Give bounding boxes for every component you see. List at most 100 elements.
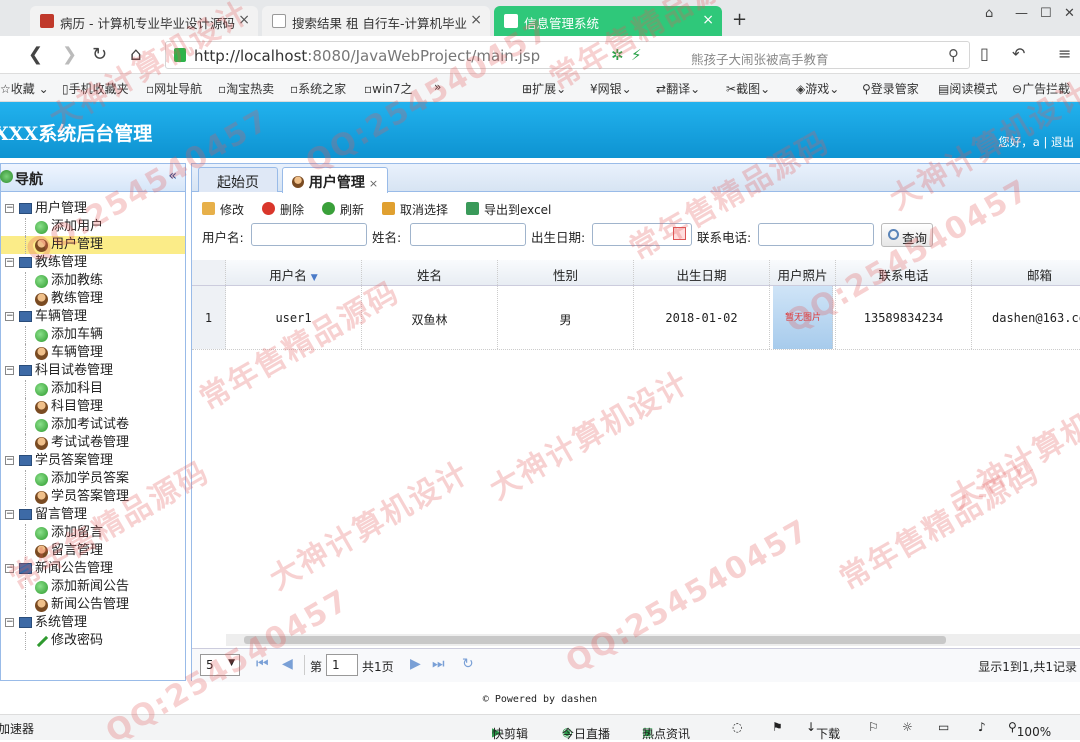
ext-expand[interactable]: ⊞扩展⌄ — [522, 80, 566, 97]
nav-item[interactable]: 添加留言 — [1, 524, 185, 542]
collapse-tree-icon[interactable]: − — [5, 510, 14, 519]
maximize-icon[interactable]: ☐ — [1040, 6, 1052, 21]
nav-group[interactable]: − 科目试卷管理 — [1, 362, 185, 380]
horizontal-scrollbar[interactable] — [226, 634, 1080, 646]
nav-group[interactable]: − 学员答案管理 — [1, 452, 185, 470]
close-icon[interactable]: × — [369, 177, 378, 190]
status-icon-2[interactable]: ⚑ — [772, 720, 783, 734]
calendar-icon[interactable] — [673, 227, 686, 240]
close-window-icon[interactable]: ✕ — [1064, 6, 1075, 21]
bookmark-nav[interactable]: ▫网址导航 — [146, 80, 202, 97]
bookmark-mobile[interactable]: ▯手机收藏夹 — [62, 80, 129, 97]
nav-group[interactable]: − 留言管理 — [1, 506, 185, 524]
collapse-tree-icon[interactable]: − — [5, 456, 14, 465]
bookmark-favorites[interactable]: ☆收藏 ⌄ — [0, 80, 49, 97]
nav-item[interactable]: 学员答案管理 — [1, 488, 185, 506]
undo-icon[interactable]: ↶ — [1012, 44, 1025, 63]
page-size-select[interactable]: 5 ▼ — [200, 654, 240, 676]
prev-page-icon[interactable]: ◀ — [282, 656, 293, 672]
status-icon-1[interactable]: ◌ — [732, 720, 742, 734]
nav-group[interactable]: − 系统管理 — [1, 614, 185, 632]
nav-group[interactable]: − 教练管理 — [1, 254, 185, 272]
phone-icon[interactable]: ▯ — [980, 44, 989, 63]
bookmark-xitong[interactable]: ▫系统之家 — [290, 80, 346, 97]
close-icon[interactable]: × — [470, 12, 482, 28]
nav-group[interactable]: − 新闻公告管理 — [1, 560, 185, 578]
minimize-icon[interactable]: — — [1015, 6, 1028, 21]
zoom-level[interactable]: ⚲ 100% — [1008, 720, 1051, 739]
col-sex[interactable]: 性别 — [498, 260, 634, 285]
ext-bank[interactable]: ¥网银⌄ — [590, 80, 632, 97]
ext-translate[interactable]: ⇄翻译⌄ — [656, 80, 700, 97]
nav-item[interactable]: 教练管理 — [1, 290, 185, 308]
collapse-tree-icon[interactable]: − — [5, 204, 14, 213]
ext-login[interactable]: ⚲登录管家 — [862, 80, 919, 97]
close-icon[interactable]: × — [702, 12, 714, 28]
status-download[interactable]: ↓ 下载 — [806, 720, 840, 741]
col-name[interactable]: 姓名 — [362, 260, 498, 285]
skin-icon[interactable]: ⌂ — [985, 6, 993, 21]
ext-screenshot[interactable]: ✂截图⌄ — [726, 80, 770, 97]
browser-tab-active[interactable]: 信息管理系统 × — [494, 6, 722, 36]
nav-item[interactable]: 新闻公告管理 — [1, 596, 185, 614]
nav-item[interactable]: 添加教练 — [1, 272, 185, 290]
scrollbar-thumb[interactable] — [244, 636, 946, 644]
url-box[interactable]: http://localhost:8080/JavaWebProject/mai… — [165, 41, 970, 69]
collapse-tree-icon[interactable]: − — [5, 258, 14, 267]
tab-home[interactable]: 起始页 — [198, 167, 278, 192]
collapse-tree-icon[interactable]: − — [5, 312, 14, 321]
collapse-tree-icon[interactable]: − — [5, 618, 14, 627]
collapse-tree-icon[interactable]: − — [5, 564, 14, 573]
url-text[interactable]: http://localhost:8080/JavaWebProject/mai… — [194, 47, 540, 65]
status-accelerator[interactable]: 加速器 — [0, 720, 34, 737]
last-page-icon[interactable]: ⏭ — [432, 656, 445, 672]
search-hint[interactable]: 熊孩子大闹张被高手教育 — [691, 49, 829, 68]
nav-item[interactable]: 添加新闻公告 — [1, 578, 185, 596]
more-bookmarks-icon[interactable]: » — [434, 80, 441, 94]
speed-icon[interactable]: ✲ — [611, 46, 624, 64]
sound-icon[interactable]: ♪ — [978, 720, 986, 734]
reload-icon[interactable]: ↻ — [92, 44, 107, 65]
back-icon[interactable]: ❮ — [28, 44, 43, 65]
nav-item[interactable]: 添加学员答案 — [1, 470, 185, 488]
query-button[interactable]: 查询 — [881, 223, 933, 247]
reload-icon[interactable]: ↻ — [462, 656, 474, 672]
first-page-icon[interactable]: ⏮ — [256, 656, 269, 672]
ext-game[interactable]: ◈游戏⌄ — [796, 80, 839, 97]
col-phone[interactable]: 联系电话 — [836, 260, 972, 285]
ext-adblock[interactable]: ⊖广告拦截 — [1012, 80, 1070, 97]
browser-tab-1[interactable]: 病历 - 计算机专业毕业设计源码 × — [30, 6, 258, 36]
export-excel-button[interactable]: 导出到excel — [466, 201, 551, 218]
nav-group[interactable]: − 车辆管理 — [1, 308, 185, 326]
username-input[interactable] — [251, 223, 367, 246]
name-input[interactable] — [410, 223, 526, 246]
nav-group[interactable]: − 用户管理 — [1, 200, 185, 218]
col-birth[interactable]: 出生日期 — [634, 260, 770, 285]
lightning-icon[interactable]: ⚡ — [631, 46, 642, 64]
status-icon-3[interactable]: ⚐ — [868, 720, 879, 734]
tab-user-manage[interactable]: 用户管理 × — [282, 167, 388, 193]
bookmark-taobao[interactable]: ▫淘宝热卖 — [218, 80, 274, 97]
menu-icon[interactable]: ≡ — [1058, 44, 1071, 63]
bookmark-win7[interactable]: ▫win7之 — [364, 80, 413, 97]
logout-link[interactable]: 退出 — [1051, 135, 1074, 149]
nav-item[interactable]: 添加车辆 — [1, 326, 185, 344]
col-email[interactable]: 邮箱 — [972, 260, 1080, 285]
new-tab-icon[interactable]: + — [732, 9, 747, 30]
collapse-tree-icon[interactable]: − — [5, 366, 14, 375]
page-number-input[interactable]: 1 — [326, 654, 358, 676]
nav-item[interactable]: 添加科目 — [1, 380, 185, 398]
status-icon-4[interactable]: ☼ — [902, 720, 913, 734]
next-page-icon[interactable]: ▶ — [410, 656, 421, 672]
col-photo[interactable]: 用户照片 — [770, 260, 836, 285]
nav-item[interactable]: 添加用户 — [1, 218, 185, 236]
browser-tab-2[interactable]: 搜索结果 租 自行车-计算机毕业 × — [262, 6, 490, 36]
phone-input[interactable] — [758, 223, 874, 246]
ext-reader[interactable]: ▤阅读模式 — [938, 80, 997, 97]
nav-item[interactable]: 车辆管理 — [1, 344, 185, 362]
nav-item[interactable]: 留言管理 — [1, 542, 185, 560]
nav-item[interactable]: 用户管理 — [1, 236, 185, 254]
cancel-select-button[interactable]: 取消选择 — [382, 201, 448, 218]
home-icon[interactable]: ⌂ — [130, 44, 141, 65]
close-icon[interactable]: × — [238, 12, 250, 28]
